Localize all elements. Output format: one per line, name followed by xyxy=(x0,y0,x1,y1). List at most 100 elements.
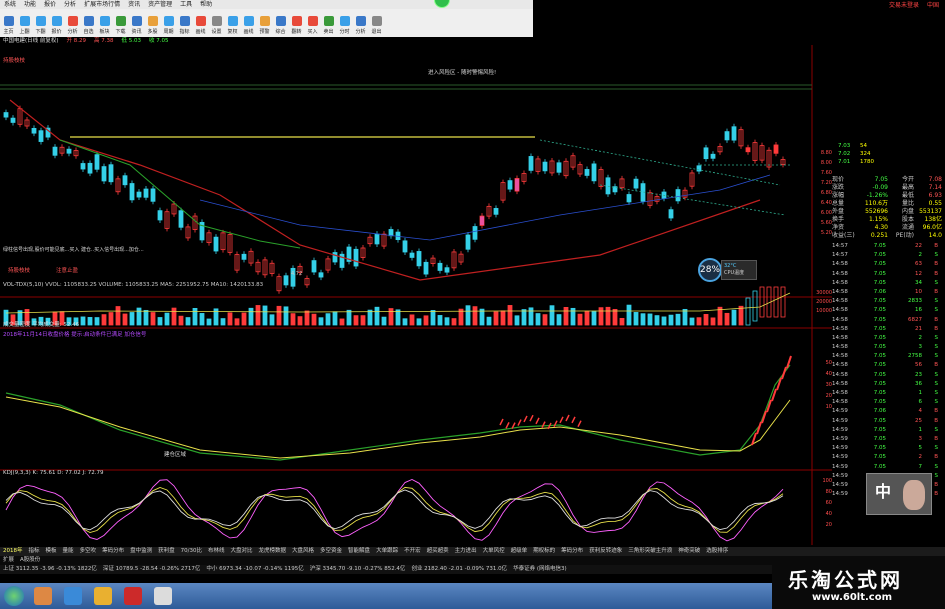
download-button[interactable]: 下载 xyxy=(113,10,128,36)
indicator-tab[interactable]: 量能 xyxy=(63,547,74,556)
cpu-gauge[interactable]: 28% xyxy=(698,258,722,282)
period-button[interactable]: 周期 xyxy=(161,10,176,36)
indicator-tab[interactable]: 布林线 xyxy=(208,547,225,556)
volume-bar xyxy=(367,309,373,326)
analysis-button[interactable]: 分析 xyxy=(65,10,80,36)
indicator-tab[interactable]: 大盘风格 xyxy=(292,547,314,556)
indicator-tab[interactable]: 获利盘 xyxy=(158,547,175,556)
indicator-tab[interactable]: 三角形突破主升浪 xyxy=(628,547,672,556)
indicator-tab[interactable]: 获利反转迹象 xyxy=(589,547,622,556)
sell-button[interactable]: 卖出 xyxy=(321,10,336,36)
volume-bar xyxy=(388,308,394,326)
browser-icon[interactable] xyxy=(34,587,52,605)
settings-button[interactable]: 设置 xyxy=(209,10,224,36)
exit-button[interactable]: 退出 xyxy=(369,10,384,36)
multi-button[interactable]: 多股 xyxy=(145,10,160,36)
indicator-tab[interactable]: 模板 xyxy=(46,547,57,556)
menu-item[interactable]: 报价 xyxy=(44,0,56,9)
overview-button[interactable]: 综合 xyxy=(273,10,288,36)
tick-v: 7 xyxy=(918,463,923,470)
volume-bar xyxy=(101,314,107,326)
flip-button[interactable]: 翻转 xyxy=(289,10,304,36)
quote-button[interactable]: 报价 xyxy=(49,10,64,36)
indicator-tab[interactable]: 选股排序 xyxy=(706,547,728,556)
menu-item[interactable]: 工具 xyxy=(180,0,192,9)
folder-icon[interactable] xyxy=(94,587,112,605)
candle xyxy=(178,210,184,228)
login-status-link[interactable]: 交易未登录 xyxy=(889,0,919,9)
stat-l2: 今开 xyxy=(901,176,914,183)
tick-p: 7.05 xyxy=(873,325,886,332)
favorite-button[interactable]: 自选 xyxy=(81,10,96,36)
chart-button[interactable]: 分析 xyxy=(353,10,368,36)
tick-s: S xyxy=(934,445,939,452)
region-link[interactable]: 中国 xyxy=(927,0,939,9)
news-button[interactable]: 资讯 xyxy=(129,10,144,36)
indicator-tab[interactable]: 主力进出 xyxy=(455,547,477,556)
tick-v: 34 xyxy=(915,279,922,286)
tick-p: 7.05 xyxy=(873,261,886,268)
sector-button[interactable]: 板块 xyxy=(97,10,112,36)
low-value: 低 5.03 xyxy=(121,38,142,44)
indicator-tab[interactable]: 指标 xyxy=(29,547,40,556)
indicator-tab[interactable]: 大盘对比 xyxy=(230,547,252,556)
tick-row: 14:59 7.05 25 B xyxy=(832,417,945,426)
indicator-tab[interactable]: 筹码分布 xyxy=(102,547,124,556)
stat-l: 现价 xyxy=(832,176,845,183)
ie-icon[interactable] xyxy=(64,587,82,605)
indicator-tab[interactable]: 超买超卖 xyxy=(427,547,449,556)
indicator-tab[interactable]: 多空资金 xyxy=(320,547,342,556)
indicator-tab[interactable]: 不开宏 xyxy=(404,547,421,556)
indicator-tab[interactable]: 智能解盘 xyxy=(348,547,370,556)
alert-button[interactable]: 预警 xyxy=(257,10,272,36)
tick-row: 14:58 7.05 63 B xyxy=(832,260,945,269)
scale-label: 5.60 xyxy=(820,220,832,226)
home-button[interactable]: 主页 xyxy=(1,10,16,36)
tick-s: S xyxy=(934,371,939,378)
sub-tab[interactable]: A股股份 xyxy=(20,556,40,565)
volume-bar xyxy=(521,309,527,326)
indicator-tab[interactable]: 筹码分布 xyxy=(561,547,583,556)
indicator-button[interactable]: 指标 xyxy=(177,10,192,36)
menu-item[interactable]: 资产管理 xyxy=(148,0,172,9)
restore-button[interactable]: 复权 xyxy=(225,10,240,36)
start-button-icon[interactable] xyxy=(4,586,24,606)
menu-item[interactable]: 帮助 xyxy=(200,0,212,9)
candle xyxy=(157,210,163,221)
notepad-icon[interactable] xyxy=(154,587,172,605)
menu-item[interactable]: 功能 xyxy=(24,0,36,9)
indicator-tab[interactable]: 大单跟踪 xyxy=(376,547,398,556)
indicator-tab[interactable]: 70/30比 xyxy=(181,547,202,556)
down-button[interactable]: 下翻 xyxy=(33,10,48,36)
indicator-tab[interactable]: 盘中监测 xyxy=(130,547,152,556)
cost-chart xyxy=(5,355,792,461)
indicator-tab[interactable]: 龙虎榜数据 xyxy=(259,547,287,556)
volume-bar xyxy=(549,305,555,326)
candle xyxy=(3,112,9,118)
indicator-tab[interactable]: 多空吹 xyxy=(80,547,97,556)
candle xyxy=(409,252,415,258)
indicator-tab[interactable]: 神奇突破 xyxy=(678,547,700,556)
menu-item[interactable]: 系统 xyxy=(4,0,16,9)
tick-t: 14:58 xyxy=(832,288,848,295)
menu-item[interactable]: 扩展市场行情 xyxy=(84,0,120,9)
candle xyxy=(129,183,135,201)
indicator-tab[interactable]: 期权标的 xyxy=(533,547,555,556)
indicator-tab[interactable]: 大单风控 xyxy=(483,547,505,556)
pen-button[interactable]: 画线 xyxy=(241,10,256,36)
candle xyxy=(94,154,100,170)
app-icon[interactable] xyxy=(124,587,142,605)
up-button[interactable]: 上翻 xyxy=(17,10,32,36)
menu-item[interactable]: 分析 xyxy=(64,0,76,9)
tab-year[interactable]: 2018年 xyxy=(3,547,23,556)
order-book-row: 7.03 54 xyxy=(838,142,938,150)
chart-area[interactable] xyxy=(0,45,832,545)
ob-vol: 324 xyxy=(860,151,871,157)
draw-button[interactable]: 画线 xyxy=(193,10,208,36)
sub-tab[interactable]: 扩展 xyxy=(3,556,14,565)
tick-t: 14:59 xyxy=(832,454,848,461)
timeshare-button[interactable]: 分时 xyxy=(337,10,352,36)
buy-button[interactable]: 买入 xyxy=(305,10,320,36)
indicator-tab[interactable]: 超级单 xyxy=(511,547,528,556)
menu-item[interactable]: 资讯 xyxy=(128,0,140,9)
